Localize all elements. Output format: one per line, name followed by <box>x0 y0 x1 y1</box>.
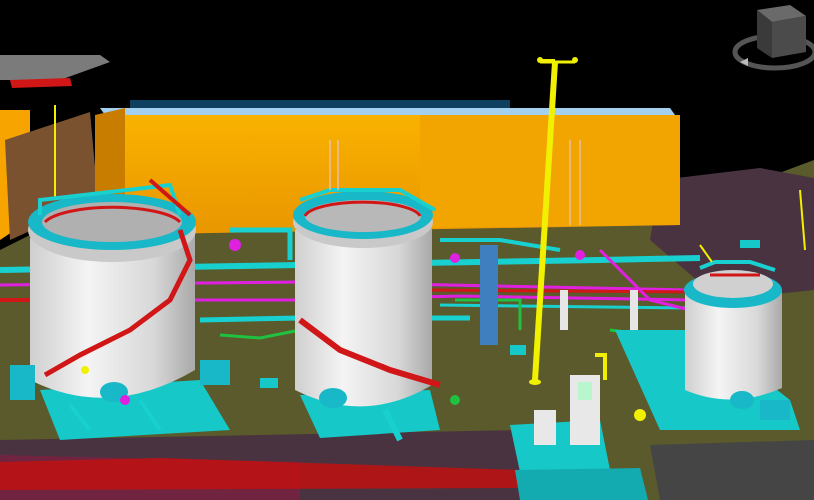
cube-icon[interactable] <box>757 5 806 58</box>
3d-model-viewport[interactable] <box>0 0 814 500</box>
view-cube[interactable] <box>730 0 814 80</box>
